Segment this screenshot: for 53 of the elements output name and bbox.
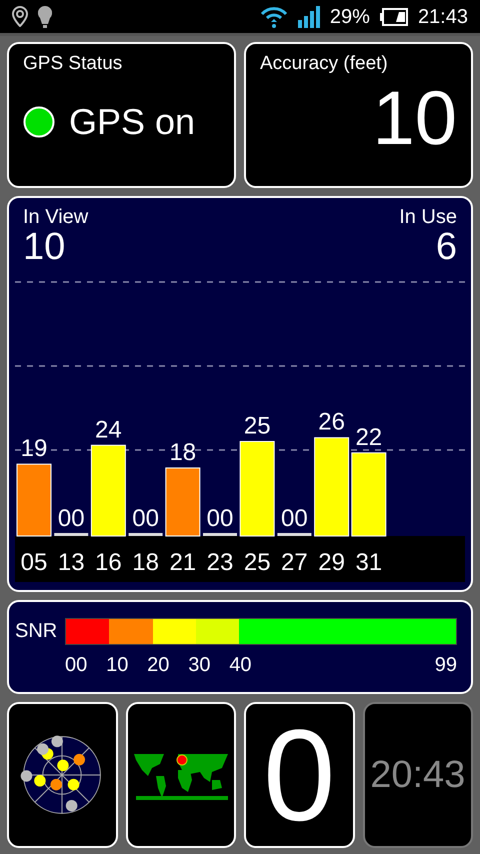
clock-tile[interactable]: 20:43 xyxy=(362,702,473,848)
battery-icon xyxy=(380,8,408,26)
scale-tick: 00 xyxy=(65,654,88,676)
axis-label: 21 xyxy=(169,549,196,576)
axis-label: 23 xyxy=(206,549,234,576)
bar-value: 00 xyxy=(132,505,159,532)
bar xyxy=(54,533,88,536)
sky-plot-tile[interactable] xyxy=(7,702,118,848)
bar xyxy=(277,533,312,536)
bar-value: 00 xyxy=(281,505,308,532)
axis-label: 13 xyxy=(58,549,85,576)
wifi-icon xyxy=(260,4,288,28)
panel-title: GPS Status xyxy=(23,54,124,75)
bar-value: 24 xyxy=(95,416,122,444)
gps-status-text: GPS on xyxy=(69,100,196,144)
bar xyxy=(128,533,163,536)
axis-label: 31 xyxy=(355,549,382,576)
axis-label: 27 xyxy=(281,549,308,576)
in-use-label: In Use xyxy=(399,206,457,228)
in-view-count: 10 xyxy=(23,228,66,266)
clock-value: 20:43 xyxy=(370,752,466,798)
bar-value: 26 xyxy=(318,408,345,436)
axis-label: 25 xyxy=(244,549,271,576)
counter-value: 0 xyxy=(263,710,336,840)
world-map-tile[interactable] xyxy=(126,702,236,848)
counter-tile[interactable]: 0 xyxy=(244,702,354,848)
snr-label: SNR xyxy=(15,619,58,644)
axis-label: 29 xyxy=(318,549,345,576)
axis-label: 05 xyxy=(20,549,48,576)
bar-value: 00 xyxy=(206,505,234,532)
scale-tick: 99 xyxy=(434,653,457,678)
scale-tick: 10 xyxy=(106,654,128,676)
in-use-count: 6 xyxy=(434,228,457,266)
bar-value: 19 xyxy=(20,435,48,462)
panel-title: Accuracy (feet) xyxy=(260,54,389,75)
accuracy-value: 10 xyxy=(371,80,457,157)
scale-tick: 40 xyxy=(229,654,252,676)
bar-value: 22 xyxy=(355,424,382,451)
battery-percentage: 29% xyxy=(330,4,370,30)
location-icon xyxy=(12,6,28,27)
in-view-label: In View xyxy=(23,206,88,228)
bar xyxy=(203,533,237,536)
axis-label: 18 xyxy=(132,549,159,576)
scale-tick: 30 xyxy=(188,654,210,676)
bar-value: 00 xyxy=(58,505,85,532)
signal-icon xyxy=(298,6,320,28)
bar xyxy=(165,467,200,536)
bar-value: 18 xyxy=(169,438,196,466)
axis-label: 16 xyxy=(95,549,122,576)
scale-tick: 20 xyxy=(147,654,170,676)
bar-value: 25 xyxy=(244,412,271,440)
bulb-icon xyxy=(38,6,52,28)
clock-time: 21:43 xyxy=(418,4,468,30)
